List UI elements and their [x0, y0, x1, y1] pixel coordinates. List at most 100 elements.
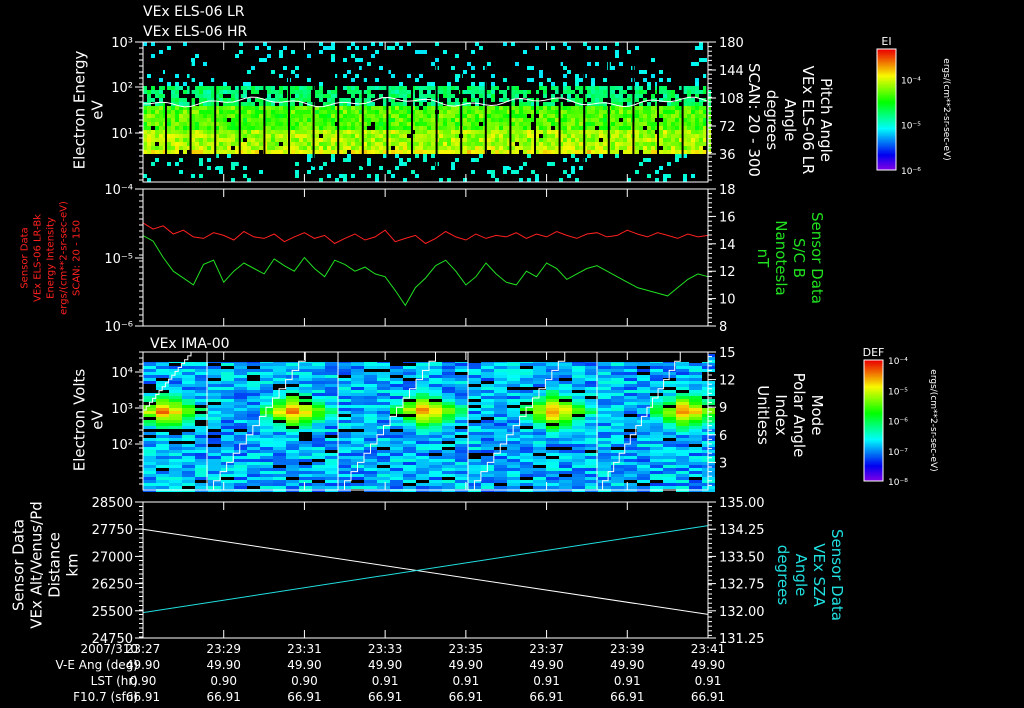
els-cell: [319, 126, 323, 130]
ima-cell: [195, 375, 208, 378]
els-cell: [503, 170, 507, 174]
els-cell: [407, 118, 411, 122]
ima-cell: [494, 393, 507, 396]
els-cell: [603, 114, 607, 118]
right-tick-label: 18: [719, 183, 736, 198]
ima-cell: [676, 402, 689, 405]
ima-cell: [156, 363, 169, 366]
ima-cell: [247, 483, 260, 486]
els-cell: [251, 138, 255, 142]
els-cell: [411, 170, 415, 174]
ima-cell: [481, 390, 494, 393]
els-cell: [567, 130, 571, 134]
right-tick-label: 131.25: [719, 632, 765, 647]
els-cell: [259, 146, 263, 150]
els-cell: [319, 98, 323, 102]
els-cell: [547, 118, 551, 122]
ima-cell: [533, 366, 546, 369]
ima-cell: [533, 390, 546, 393]
ima-cell: [546, 384, 559, 387]
ima-cell: [546, 477, 559, 480]
els-cell: [235, 86, 239, 90]
els-cell: [327, 98, 331, 102]
ima-cell: [234, 447, 247, 450]
ima-cell: [390, 471, 403, 474]
els-cell: [299, 110, 303, 114]
ima-cell: [468, 402, 481, 405]
ima-cell: [221, 390, 234, 393]
els-cell: [687, 110, 691, 114]
ima-cell: [468, 381, 481, 384]
els-cell: [259, 58, 263, 62]
els-cell: [543, 142, 547, 146]
els-cell: [159, 90, 163, 94]
ima-cell: [481, 375, 494, 378]
ima-cell: [572, 486, 585, 489]
els-cell: [563, 122, 567, 126]
els-cell: [587, 110, 591, 114]
els-cell: [659, 106, 663, 110]
els-cell: [299, 142, 303, 146]
els-cell: [339, 114, 343, 118]
els-cell: [663, 118, 667, 122]
ima-cell: [624, 390, 637, 393]
els-cell: [247, 122, 251, 126]
els-cell: [563, 86, 567, 90]
els-cell: [651, 118, 655, 122]
els-cell: [447, 138, 451, 142]
els-cell: [243, 122, 247, 126]
ima-cell: [234, 420, 247, 423]
els-cell: [415, 130, 419, 134]
ima-cell: [546, 474, 559, 477]
ima-cell: [247, 393, 260, 396]
els-cell: [531, 170, 535, 174]
els-cell: [207, 114, 211, 118]
ima-cell: [689, 456, 702, 459]
els-cell: [159, 110, 163, 114]
ima-cell: [546, 486, 559, 489]
els-cell: [327, 130, 331, 134]
els-cell: [175, 74, 179, 78]
ima-cell: [338, 372, 351, 375]
els-cell: [351, 86, 355, 90]
ima-cell: [182, 429, 195, 432]
els-cell: [407, 114, 411, 118]
ima-cell: [442, 408, 455, 411]
els-cell: [327, 110, 331, 114]
ima-cell: [494, 471, 507, 474]
els-cell: [183, 142, 187, 146]
ima-cell: [598, 483, 611, 486]
ima-cell: [260, 408, 273, 411]
els-cell: [151, 90, 155, 94]
els-cell: [295, 106, 299, 110]
ima-cell: [533, 441, 546, 444]
els-cell: [567, 146, 571, 150]
els-cell: [451, 106, 455, 110]
els-cell: [151, 114, 155, 118]
els-cell: [199, 90, 203, 94]
ima-cell: [325, 486, 338, 489]
els-cell: [427, 134, 431, 138]
ima-cell: [676, 447, 689, 450]
ima-cell: [351, 432, 364, 435]
ima-cell: [364, 456, 377, 459]
els-cell: [303, 146, 307, 150]
els-cell: [255, 114, 259, 118]
ima-cell: [689, 486, 702, 489]
els-cell: [407, 158, 411, 162]
ima-cell: [468, 390, 481, 393]
els-cell: [571, 110, 575, 114]
ima-cell: [468, 396, 481, 399]
ima-cell: [377, 369, 390, 372]
ima-cell: [169, 381, 182, 384]
els-cell: [227, 86, 231, 90]
ima-cell: [676, 372, 689, 375]
els-cell: [179, 130, 183, 134]
distance-ylabel-line: Distance: [45, 532, 63, 598]
els-cell: [231, 142, 235, 146]
els-cell: [395, 142, 399, 146]
els-cell: [207, 126, 211, 130]
els-cell: [543, 122, 547, 126]
els-cell: [255, 98, 259, 102]
els-cell: [399, 126, 403, 130]
